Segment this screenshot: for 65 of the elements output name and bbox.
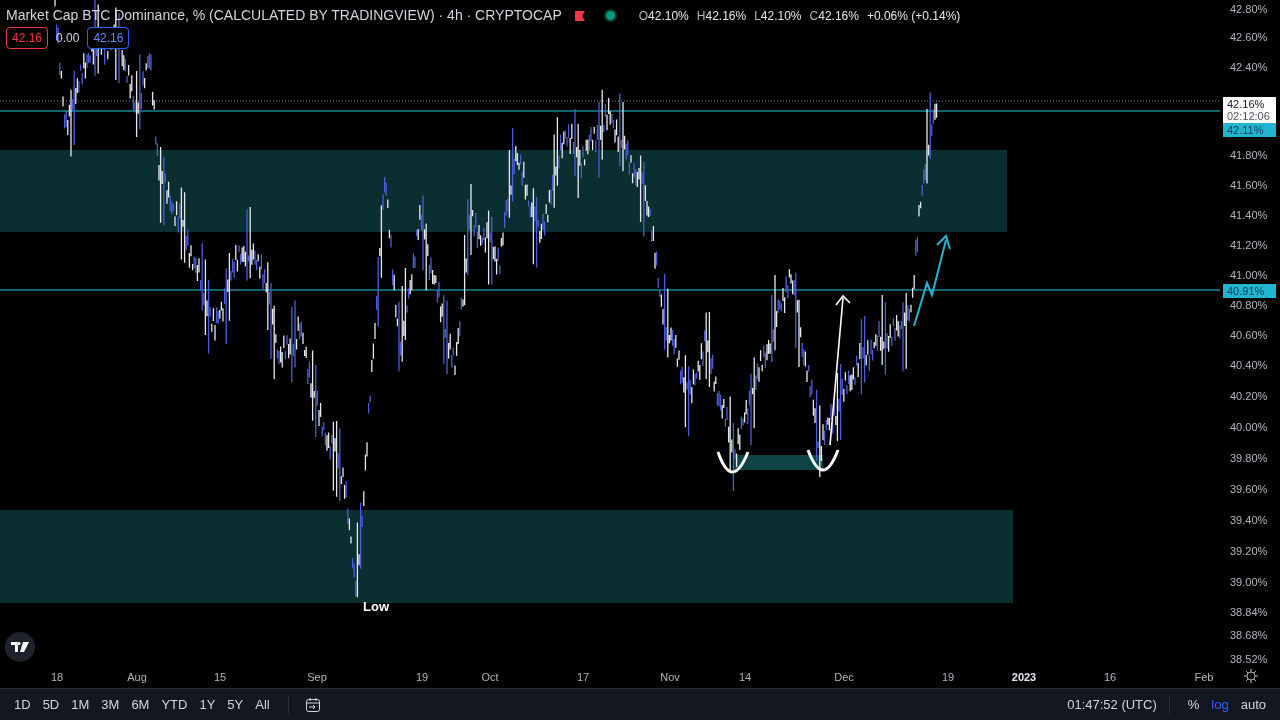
price-button[interactable]: 42.16 (6, 27, 49, 49)
axis-label: 41.80% (1230, 150, 1268, 161)
axis-label: 38.84% (1230, 607, 1268, 618)
axis-label: 40.20% (1230, 391, 1268, 402)
axis-label: 19 (941, 670, 955, 685)
axis-label: 15 (213, 670, 227, 685)
scale-toggle[interactable]: % (1181, 694, 1206, 715)
price-change: +0.06% (+0.14%) (866, 7, 961, 25)
range-button[interactable]: 5D (36, 694, 66, 715)
countdown-timer: 02:12:06 (1227, 110, 1271, 122)
axis-label: 39.60% (1230, 484, 1268, 495)
scale-toggle[interactable]: auto (1234, 694, 1272, 715)
curve-drawing (806, 449, 840, 472)
range-button[interactable]: 1D (8, 694, 37, 715)
range-button[interactable]: 3M (95, 694, 126, 715)
axis-label: 2023 (1011, 670, 1037, 685)
axis-label: Feb (1194, 670, 1214, 685)
axis-label: 41.00% (1230, 270, 1268, 281)
axis-label: 39.20% (1230, 546, 1268, 557)
flag-icon[interactable] (573, 9, 586, 22)
axis-label: 16 (1103, 670, 1117, 685)
range-button[interactable]: All (249, 694, 276, 715)
ohlc-value: C42.16% (809, 7, 859, 25)
axis-label: 40.00% (1230, 422, 1268, 433)
price-button[interactable]: 42.16 (87, 27, 130, 49)
range-button[interactable]: YTD (155, 694, 194, 715)
axis-label: 17 (576, 670, 590, 685)
axis-label: 40.40% (1230, 360, 1268, 371)
axis-label: Nov (660, 670, 680, 685)
axis-label: 40.80% (1230, 300, 1268, 311)
axis-label: 41.20% (1230, 240, 1268, 251)
axis-label: 41.40% (1230, 210, 1268, 221)
clock-text: 01:47:52 (UTC) (1067, 695, 1157, 714)
ohlc-value: O42.10% (638, 7, 689, 25)
axis-label: 38.52% (1230, 654, 1268, 665)
axis-label: Aug (127, 670, 147, 685)
axis-label: 38.68% (1230, 630, 1268, 641)
price-flag: 42.11% (1223, 123, 1276, 137)
axis-label: Sep (307, 670, 327, 685)
range-button[interactable]: 5Y (221, 694, 250, 715)
scale-toggle[interactable]: log (1205, 694, 1235, 715)
ohlc-value: H42.16% (696, 7, 747, 25)
axis-label: 41.60% (1230, 180, 1268, 191)
axis-label: 39.40% (1230, 515, 1268, 526)
axis-label: 42.60% (1230, 32, 1268, 43)
curve-drawing (716, 451, 750, 474)
range-button[interactable]: 6M (125, 694, 156, 715)
axis-label: Dec (834, 670, 854, 685)
settings-icon[interactable] (1244, 669, 1258, 683)
axis-label: 19 (415, 670, 429, 685)
axis-label: 14 (738, 670, 752, 685)
axis-label: Oct (481, 670, 499, 685)
axis-label: 39.00% (1230, 577, 1268, 588)
axis-label: 42.40% (1230, 62, 1268, 73)
axis-label: 18 (50, 670, 64, 685)
range-button[interactable]: 1Y (193, 694, 222, 715)
logo-icon (5, 632, 35, 662)
ohlc-value: L42.10% (754, 7, 802, 25)
range-button[interactable]: 1M (65, 694, 96, 715)
price-value: 42.16% (1227, 98, 1266, 110)
price-flag: 40.91% (1223, 284, 1276, 298)
axis-label: 39.80% (1230, 453, 1268, 464)
axis-label: 40.60% (1230, 330, 1268, 341)
axis-label: 42.80% (1230, 4, 1268, 15)
chart-annotation: Low (363, 598, 389, 616)
